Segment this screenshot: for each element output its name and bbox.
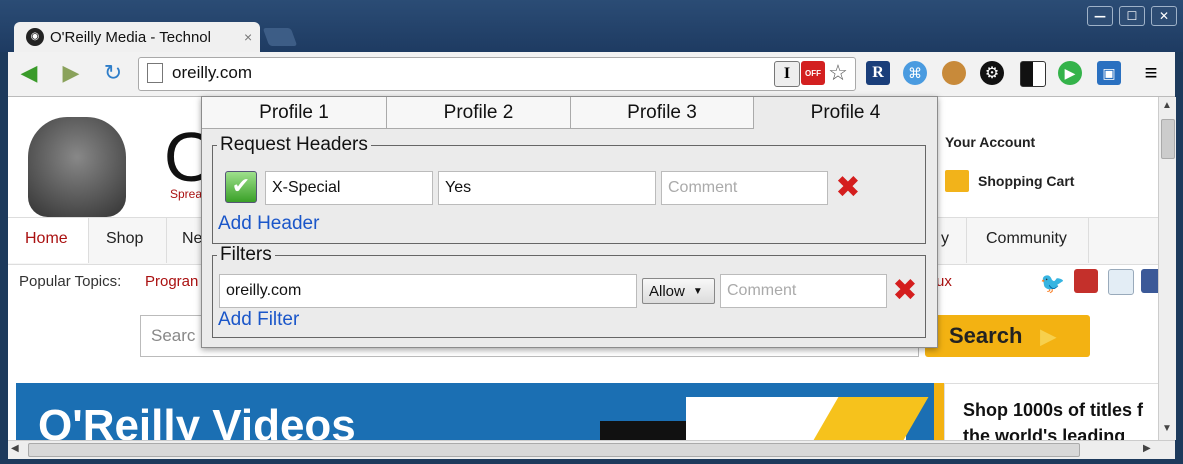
screen-extension-icon[interactable]: ▣: [1097, 61, 1121, 85]
back-icon[interactable]: ◀: [16, 60, 42, 86]
promo-line-1: Shop 1000s of titles f: [963, 400, 1144, 420]
url-text: oreilly.com: [172, 63, 252, 82]
search-button[interactable]: Search ▶: [925, 315, 1090, 357]
oreilly-book-image: [600, 421, 686, 440]
facebook-icon[interactable]: [1141, 269, 1158, 293]
arrow-right-icon: ▶: [1040, 325, 1056, 348]
youtube-icon[interactable]: [1074, 269, 1098, 293]
tab-title: O'Reilly Media - Technol: [50, 28, 211, 46]
r-extension-icon[interactable]: R: [866, 61, 890, 85]
shopping-cart-link[interactable]: Shopping Cart: [978, 173, 1074, 189]
minimize-button[interactable]: —: [1087, 6, 1113, 26]
search-placeholder: Searc: [151, 326, 196, 345]
scroll-up-icon[interactable]: ▲: [1162, 100, 1172, 111]
nav-divider: [1088, 218, 1089, 263]
bookmark-star-icon[interactable]: ☆: [826, 60, 850, 85]
gear-extension-icon[interactable]: ⚙: [980, 61, 1004, 85]
request-headers-title: Request Headers: [220, 134, 368, 155]
off-extension-icon[interactable]: OFF: [801, 61, 825, 85]
header-enabled-checkbox[interactable]: ✔: [225, 171, 257, 203]
filter-comment-input[interactable]: [720, 274, 887, 308]
horizontal-scrollbar[interactable]: ◀ ▶: [8, 440, 1175, 459]
tab-profile-1[interactable]: Profile 1: [202, 97, 387, 129]
header-value-input[interactable]: [438, 171, 656, 205]
reload-icon[interactable]: ↻: [100, 60, 126, 86]
browser-tab[interactable]: ◉ O'Reilly Media - Technol ×: [14, 22, 260, 52]
vertical-scrollbar[interactable]: ▲ ▼: [1158, 97, 1176, 440]
menu-icon[interactable]: ≡: [1139, 60, 1163, 85]
filter-url-input[interactable]: [219, 274, 637, 308]
scroll-down-icon[interactable]: ▼: [1162, 423, 1172, 434]
add-filter-link[interactable]: Add Filter: [218, 309, 299, 331]
chevron-down-icon: ▼: [692, 285, 703, 297]
cookie-extension-icon[interactable]: [942, 61, 966, 85]
text-cursor-extension-icon[interactable]: I: [774, 61, 800, 87]
contrast-extension-icon[interactable]: [1020, 61, 1046, 87]
tab-profile-2[interactable]: Profile 2: [387, 97, 571, 129]
nav-shop[interactable]: Shop: [106, 230, 143, 248]
header-comment-input[interactable]: [661, 171, 828, 205]
filter-action-select[interactable]: Allow ▼: [642, 278, 715, 304]
tab-profile-4[interactable]: Profile 4: [754, 97, 937, 129]
forward-icon[interactable]: ▶: [58, 60, 84, 86]
tagline-text: Sprea: [170, 187, 203, 201]
promo-line-2: the world's leading: [963, 426, 1126, 440]
popular-topic-link[interactable]: ux: [936, 273, 952, 290]
close-window-button[interactable]: ✕: [1151, 6, 1177, 26]
maximize-button[interactable]: ☐: [1119, 6, 1145, 26]
banner-title: O'Reilly Videos: [38, 401, 356, 440]
add-header-link[interactable]: Add Header: [218, 213, 319, 235]
popular-topics-label: Popular Topics:: [19, 273, 122, 290]
promo-box: Shop 1000s of titles f the world's leadi…: [944, 383, 1158, 440]
delete-filter-icon[interactable]: ✖: [892, 276, 918, 306]
nav-divider: [166, 218, 167, 263]
modheader-extension-icon[interactable]: ⌘: [903, 61, 927, 85]
popular-topic-link[interactable]: Progran: [145, 273, 198, 290]
search-button-label: Search: [949, 323, 1023, 348]
filters-title: Filters: [220, 244, 272, 265]
cart-icon: [945, 170, 969, 192]
vertical-scroll-thumb[interactable]: [1161, 119, 1175, 159]
tarsier-favicon-icon: ◉: [26, 28, 44, 46]
header-name-input[interactable]: [265, 171, 433, 205]
horizontal-scroll-thumb[interactable]: [28, 443, 1080, 457]
your-account-link[interactable]: Your Account: [945, 134, 1035, 150]
delete-header-icon[interactable]: ✖: [835, 173, 861, 203]
slideshare-icon[interactable]: [1108, 269, 1134, 295]
banner-accent: [934, 383, 944, 440]
modheader-popup: Profile 1 Profile 2 Profile 3 Profile 4 …: [201, 96, 938, 348]
nav-news[interactable]: Ne: [182, 230, 202, 248]
nav-community[interactable]: Community: [986, 230, 1067, 248]
filter-action-value: Allow: [649, 282, 685, 300]
nav-divider: [966, 218, 967, 263]
scroll-left-icon[interactable]: ◀: [11, 443, 19, 454]
videos-banner[interactable]: O'Reilly Videos: [16, 383, 934, 440]
tab-profile-3[interactable]: Profile 3: [571, 97, 754, 129]
nav-home[interactable]: Home: [25, 230, 68, 248]
twitter-icon[interactable]: 🐦: [1040, 271, 1065, 295]
nav-partial[interactable]: y: [941, 230, 949, 248]
tarsier-logo: [28, 117, 126, 217]
play-extension-icon[interactable]: ▶: [1058, 61, 1082, 85]
scroll-right-icon[interactable]: ▶: [1143, 443, 1151, 454]
tab-close-icon[interactable]: ×: [244, 29, 252, 45]
page-icon: [147, 63, 163, 83]
